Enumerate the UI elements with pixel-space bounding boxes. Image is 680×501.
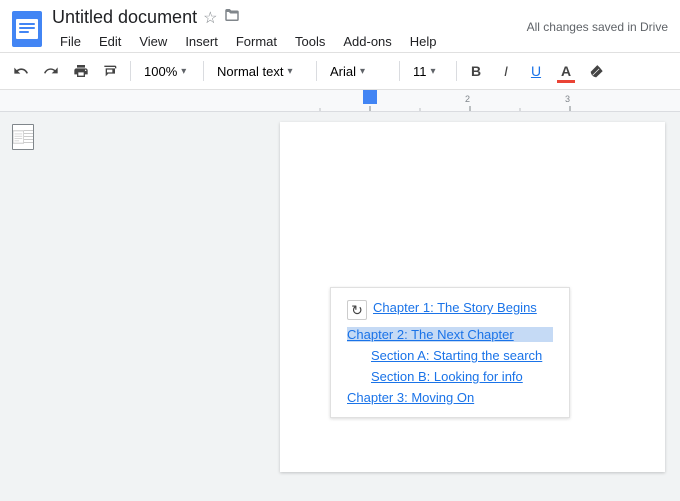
svg-text:2: 2: [465, 94, 470, 104]
highlight-button[interactable]: [583, 57, 609, 85]
menu-format[interactable]: Format: [228, 31, 285, 52]
doc-icon: [12, 11, 42, 47]
toolbar-divider-4: [399, 61, 400, 81]
zoom-select[interactable]: 100% ▾: [137, 57, 197, 85]
menu-help[interactable]: Help: [402, 31, 445, 52]
page-layout-icon[interactable]: [12, 124, 34, 150]
paint-format-button[interactable]: [98, 57, 124, 85]
toolbar-divider-5: [456, 61, 457, 81]
menu-bar: File Edit View Insert Format Tools Add-o…: [52, 31, 527, 52]
saved-status: All changes saved in Drive: [527, 20, 668, 38]
toc-refresh-button[interactable]: ↻: [347, 300, 367, 320]
underline-button[interactable]: U: [523, 57, 549, 85]
style-chevron: ▾: [287, 66, 292, 77]
toolbar: 100% ▾ Normal text ▾ Arial ▾ 11 ▾ B I U …: [0, 53, 680, 90]
menu-tools[interactable]: Tools: [287, 31, 333, 52]
title-row: Untitled document ☆: [52, 6, 527, 29]
font-chevron: ▾: [360, 66, 365, 77]
size-value: 11: [413, 64, 427, 79]
toc-entry-3[interactable]: Section A: Starting the search: [371, 348, 553, 363]
main-area: ↻ Chapter 1: The Story Begins Chapter 2:…: [0, 112, 680, 499]
size-chevron: ▾: [431, 66, 436, 77]
font-value: Arial: [330, 64, 356, 79]
ruler-inner: 1 2 3: [265, 90, 680, 111]
text-color-button[interactable]: A: [553, 57, 579, 85]
title-bar: Untitled document ☆ File Edit View Inser…: [0, 0, 680, 53]
undo-button[interactable]: [8, 57, 34, 85]
style-value: Normal text: [217, 64, 283, 79]
toolbar-divider-3: [316, 61, 317, 81]
ruler: 1 2 3: [0, 90, 680, 112]
toc-entry-5[interactable]: Chapter 3: Moving On: [347, 390, 553, 405]
menu-view[interactable]: View: [131, 31, 175, 52]
zoom-chevron: ▾: [181, 66, 186, 77]
menu-file[interactable]: File: [52, 31, 89, 52]
redo-button[interactable]: [38, 57, 64, 85]
menu-addons[interactable]: Add-ons: [335, 31, 399, 52]
toc-entry-1[interactable]: Chapter 1: The Story Begins: [373, 300, 553, 315]
text-color-bar: [557, 80, 575, 83]
zoom-value: 100%: [144, 64, 177, 79]
menu-edit[interactable]: Edit: [91, 31, 129, 52]
title-area: Untitled document ☆ File Edit View Inser…: [52, 6, 527, 52]
font-select[interactable]: Arial ▾: [323, 57, 393, 85]
toc-entry-2[interactable]: Chapter 2: The Next Chapter: [347, 327, 553, 342]
toolbar-divider-1: [130, 61, 131, 81]
size-select[interactable]: 11 ▾: [406, 57, 450, 85]
print-button[interactable]: [68, 57, 94, 85]
doc-area[interactable]: ↻ Chapter 1: The Story Begins Chapter 2:…: [265, 112, 680, 499]
toc-panel: ↻ Chapter 1: The Story Begins Chapter 2:…: [330, 287, 570, 418]
left-panel: [0, 112, 265, 499]
folder-icon: [223, 6, 241, 29]
svg-text:3: 3: [565, 94, 570, 104]
style-select[interactable]: Normal text ▾: [210, 57, 310, 85]
italic-button[interactable]: I: [493, 57, 519, 85]
menu-insert[interactable]: Insert: [177, 31, 226, 52]
bold-button[interactable]: B: [463, 57, 489, 85]
text-color-label: A: [561, 63, 571, 79]
star-icon[interactable]: ☆: [203, 8, 217, 28]
doc-title[interactable]: Untitled document: [52, 7, 197, 28]
doc-page: ↻ Chapter 1: The Story Begins Chapter 2:…: [280, 122, 665, 472]
toolbar-divider-2: [203, 61, 204, 81]
toc-entry-4[interactable]: Section B: Looking for info: [371, 369, 553, 384]
